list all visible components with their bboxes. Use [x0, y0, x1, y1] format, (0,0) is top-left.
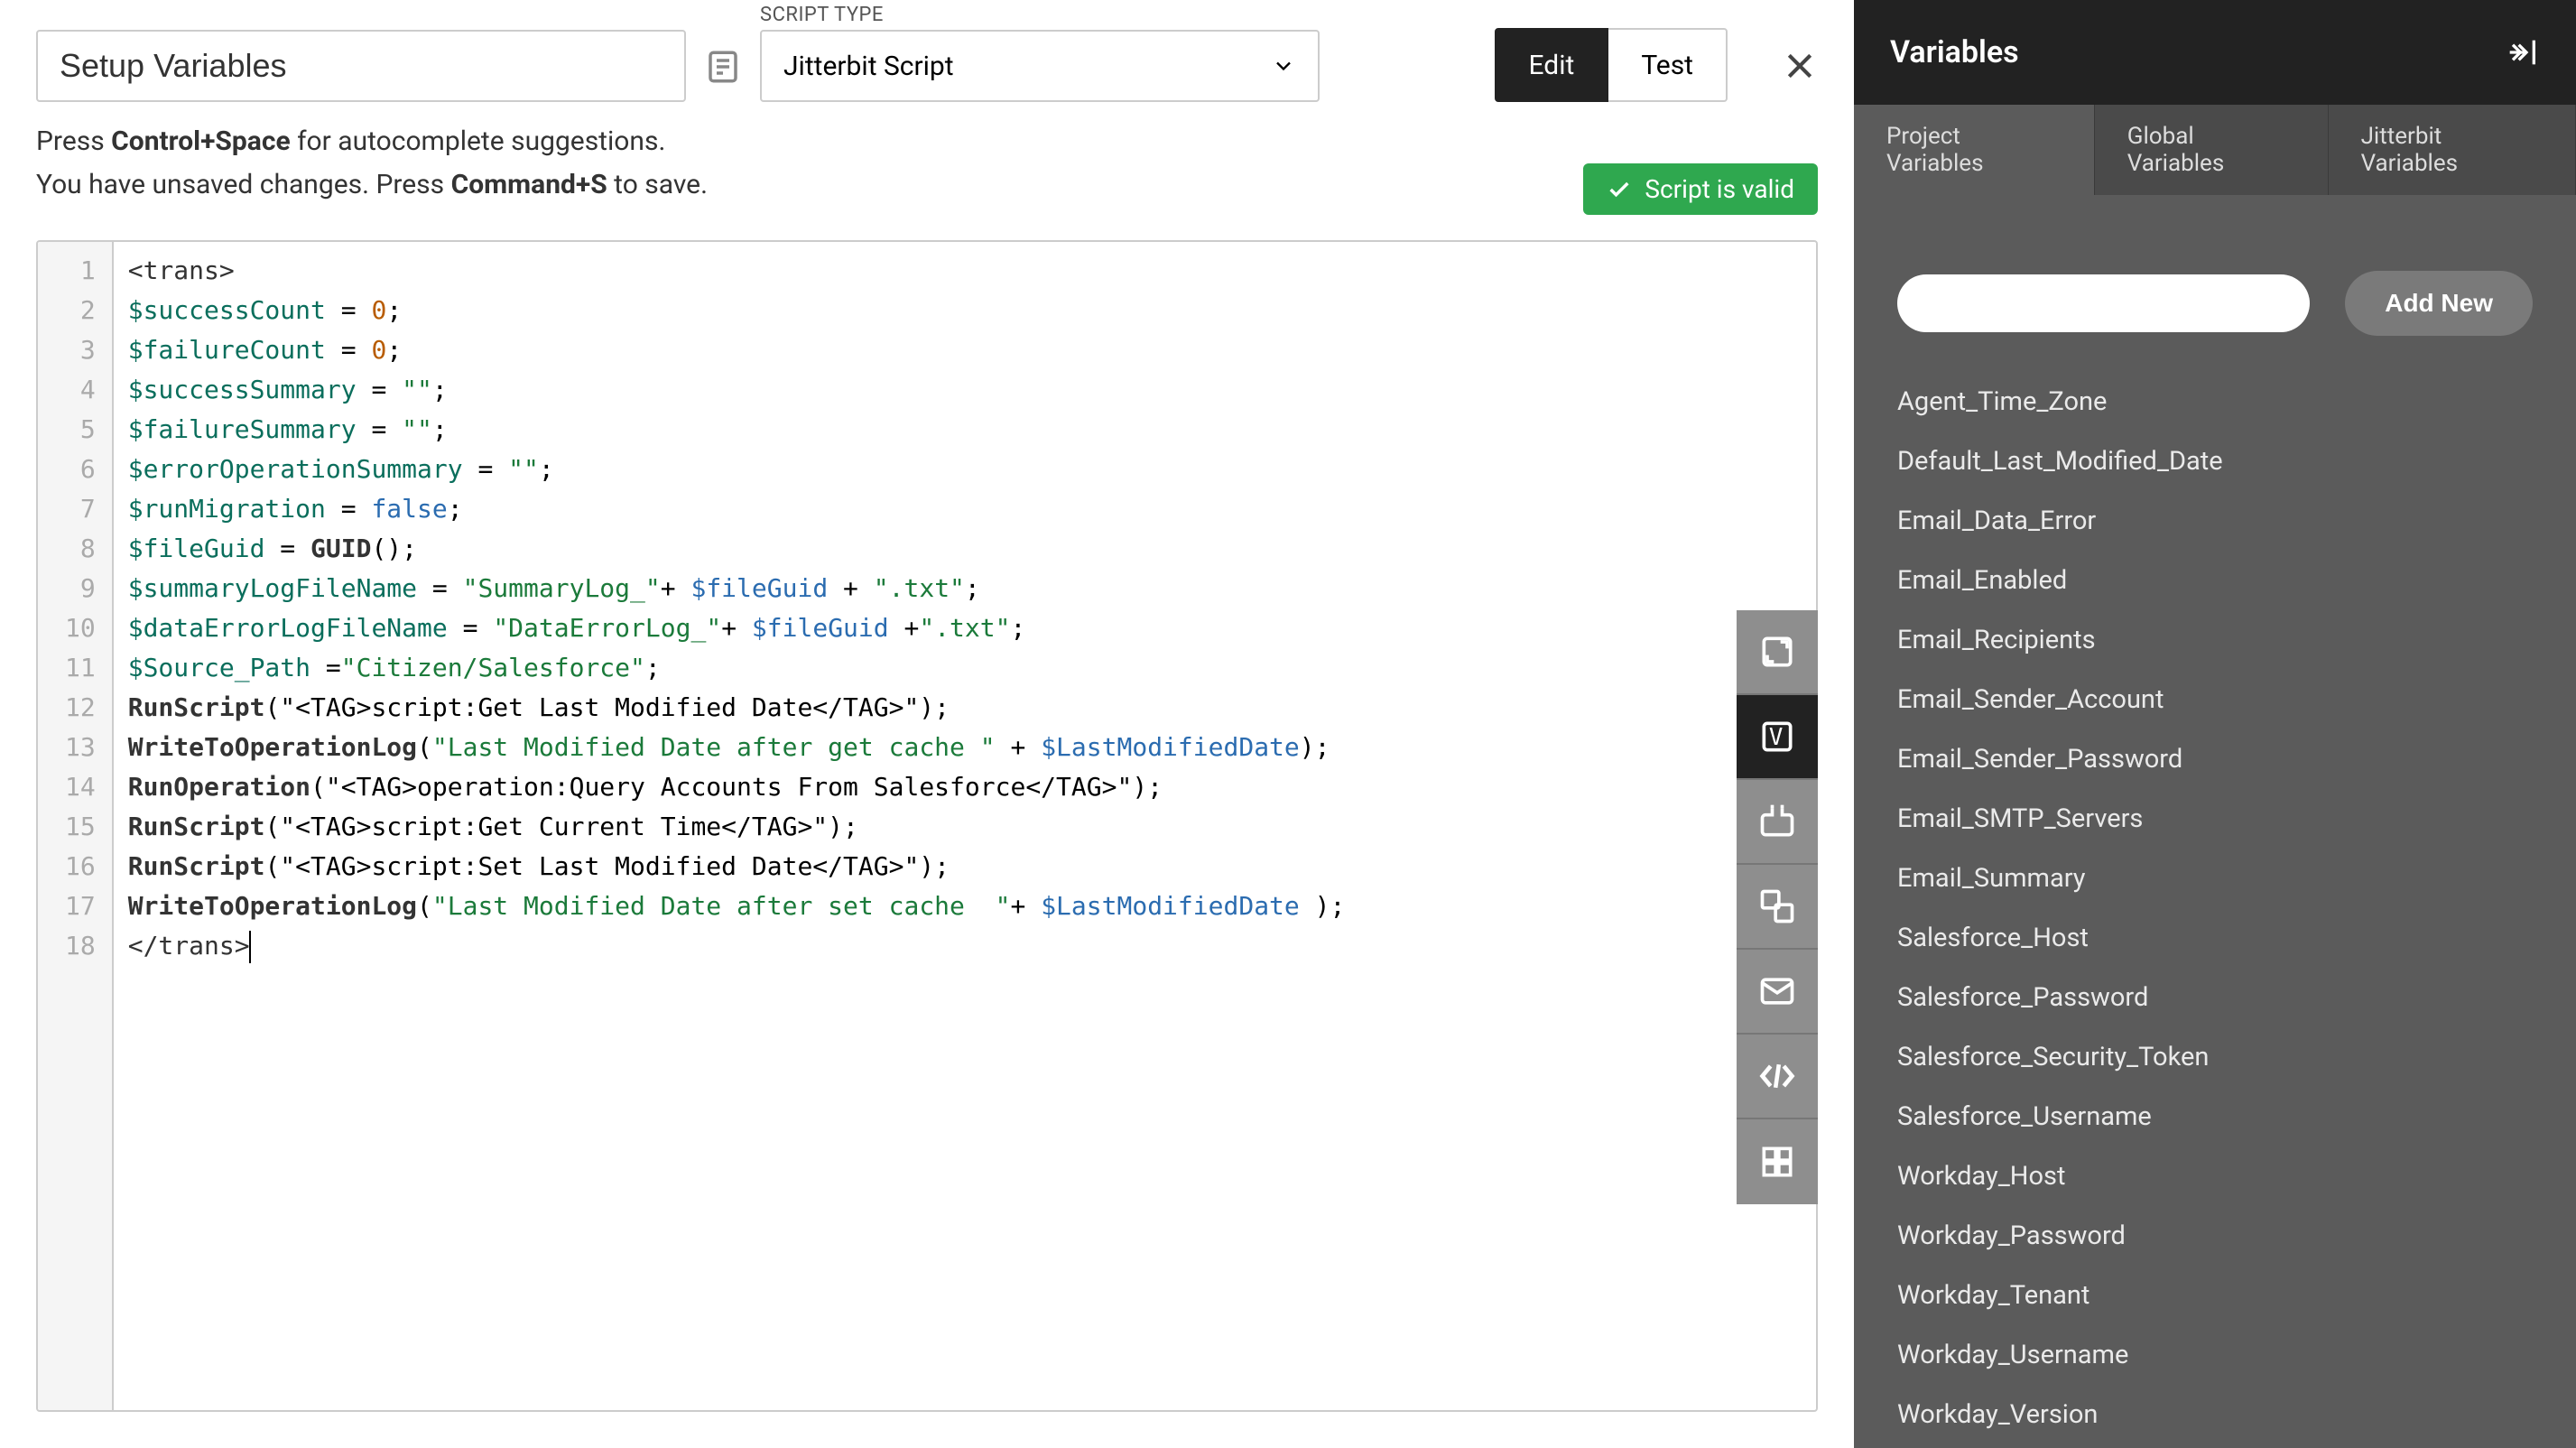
add-new-button[interactable]: Add New — [2345, 271, 2533, 336]
variable-tabs: Project VariablesGlobal VariablesJitterb… — [1854, 105, 2576, 195]
line-gutter: 123456789101112131415161718 — [38, 242, 114, 1410]
rail-variable-icon[interactable]: V — [1737, 695, 1818, 780]
variable-item[interactable]: Salesforce_Security_Token — [1897, 1027, 2533, 1087]
close-icon[interactable] — [1782, 48, 1818, 84]
tab-project-variables[interactable]: Project Variables — [1854, 105, 2095, 195]
variable-item[interactable]: Agent_Time_Zone — [1897, 372, 2533, 432]
collapse-panel-icon[interactable] — [2504, 34, 2540, 70]
variable-list: Agent_Time_ZoneDefault_Last_Modified_Dat… — [1854, 372, 2576, 1444]
rail-grid-icon[interactable] — [1737, 1119, 1818, 1204]
variable-item[interactable]: Workday_Version — [1897, 1385, 2533, 1444]
rail-script-icon[interactable] — [1737, 1035, 1818, 1119]
rail-email-icon[interactable] — [1737, 950, 1818, 1035]
check-icon — [1607, 177, 1632, 202]
variable-item[interactable]: Email_Sender_Password — [1897, 729, 2533, 789]
script-type-label: SCRIPT TYPE — [760, 4, 1320, 26]
variable-item[interactable]: Salesforce_Password — [1897, 968, 2533, 1027]
test-button[interactable]: Test — [1608, 28, 1728, 102]
notes-icon[interactable] — [704, 48, 742, 86]
mode-toggle: Edit Test — [1495, 28, 1728, 102]
variable-item[interactable]: Workday_Username — [1897, 1325, 2533, 1385]
variable-item[interactable]: Email_Sender_Account — [1897, 670, 2533, 729]
code-editor[interactable]: 123456789101112131415161718 <trans>$succ… — [36, 240, 1818, 1412]
variable-item[interactable]: Email_Summary — [1897, 849, 2533, 908]
rail-operation-icon[interactable] — [1737, 865, 1818, 950]
svg-text:V: V — [1769, 724, 1783, 751]
variable-item[interactable]: Default_Last_Modified_Date — [1897, 432, 2533, 491]
variable-search-input[interactable] — [1897, 274, 2310, 332]
code-content[interactable]: <trans>$successCount = 0;$failureCount =… — [114, 242, 1360, 1410]
edit-button[interactable]: Edit — [1495, 28, 1609, 102]
variable-item[interactable]: Salesforce_Host — [1897, 908, 2533, 968]
variable-item[interactable]: Email_Recipients — [1897, 610, 2533, 670]
variable-item[interactable]: Email_SMTP_Servers — [1897, 789, 2533, 849]
variable-item[interactable]: Workday_Host — [1897, 1146, 2533, 1206]
rail-plugin-icon[interactable] — [1737, 780, 1818, 865]
variable-item[interactable]: Salesforce_Username — [1897, 1087, 2533, 1146]
rail-expand-icon[interactable] — [1737, 610, 1818, 695]
variable-item[interactable]: Email_Data_Error — [1897, 491, 2533, 551]
script-name-input[interactable] — [36, 30, 686, 102]
variable-item[interactable]: Workday_Tenant — [1897, 1266, 2533, 1325]
script-type-value: Jitterbit Script — [783, 51, 954, 82]
variable-item[interactable]: Email_Enabled — [1897, 551, 2533, 610]
tab-global-variables[interactable]: Global Variables — [2095, 105, 2329, 195]
chevron-down-icon — [1271, 53, 1296, 79]
panel-title: Variables — [1890, 34, 2019, 70]
valid-badge: Script is valid — [1583, 163, 1818, 215]
script-type-select[interactable]: Jitterbit Script — [760, 30, 1320, 102]
autocomplete-hint: Press Control+Space for autocomplete sug… — [36, 120, 1818, 163]
tab-jitterbit-variables[interactable]: Jitterbit Variables — [2329, 105, 2576, 195]
variable-item[interactable]: Workday_Password — [1897, 1206, 2533, 1266]
